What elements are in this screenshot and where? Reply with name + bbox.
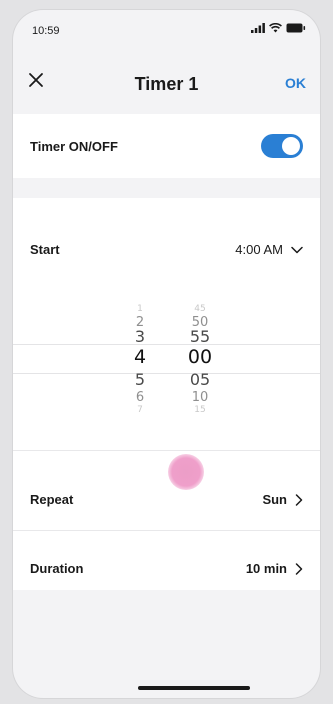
- minute-option: 10: [191, 390, 209, 405]
- repeat-value-button[interactable]: Sun: [262, 492, 303, 507]
- status-bar: 10:59: [13, 10, 320, 44]
- header: Timer 1 OK: [13, 44, 320, 114]
- repeat-label: Repeat: [30, 492, 74, 507]
- repeat-value: Sun: [262, 492, 287, 507]
- minute-option-selected: 00: [187, 346, 213, 368]
- wifi-icon: [269, 23, 282, 33]
- touch-indicator: [168, 454, 204, 490]
- start-value: 4:00 AM: [235, 242, 283, 257]
- minute-option: 55: [189, 327, 211, 346]
- minute-wheel[interactable]: 45 50 55 00 05 10 15: [180, 280, 220, 434]
- duration-row[interactable]: Duration 10 min: [13, 531, 320, 590]
- minute-option: 15: [194, 405, 206, 415]
- page-title: Timer 1: [134, 74, 199, 94]
- phone-screen: 10:59 Timer 1 OK Timer ON/OFF Start 4:00…: [13, 10, 320, 698]
- repeat-row[interactable]: Repeat Sun: [13, 450, 320, 520]
- minute-option: 45: [194, 304, 206, 314]
- minute-option: 05: [189, 370, 211, 389]
- hour-option: 1: [137, 304, 143, 314]
- hour-option: 3: [134, 327, 146, 346]
- start-card: Start 4:00 AM 1 2 3 4 5 6 7 45 50 55 00 …: [13, 198, 320, 450]
- chevron-right-icon: [295, 493, 303, 506]
- picker-selection-top: [13, 344, 320, 345]
- repeat-duration-card: Repeat Sun Duration 10 min: [13, 450, 320, 590]
- hour-option: 7: [137, 405, 143, 415]
- timer-toggle-switch[interactable]: [261, 134, 303, 158]
- ok-button[interactable]: OK: [285, 75, 306, 91]
- start-label: Start: [30, 242, 60, 257]
- timer-toggle-label: Timer ON/OFF: [30, 139, 118, 154]
- status-icons: [251, 23, 306, 33]
- status-time: 10:59: [32, 25, 60, 37]
- hour-wheel[interactable]: 1 2 3 4 5 6 7: [120, 280, 160, 434]
- duration-label: Duration: [30, 561, 84, 576]
- battery-icon: [286, 23, 306, 33]
- hour-option-selected: 4: [133, 346, 147, 368]
- home-indicator: [138, 686, 250, 690]
- hour-option: 5: [134, 370, 146, 389]
- start-value-button[interactable]: 4:00 AM: [235, 242, 303, 257]
- hour-option: 6: [135, 390, 145, 405]
- picker-selection-bottom: [13, 373, 320, 374]
- signal-icon: [251, 23, 265, 33]
- duration-value-button[interactable]: 10 min: [246, 561, 303, 576]
- duration-value: 10 min: [245, 561, 287, 576]
- chevron-down-icon: [291, 246, 303, 253]
- toggle-knob: [282, 137, 300, 155]
- time-picker: 1 2 3 4 5 6 7 45 50 55 00 05 10 15: [13, 280, 320, 434]
- timer-toggle-row: Timer ON/OFF: [13, 114, 320, 178]
- chevron-right-icon: [295, 562, 303, 575]
